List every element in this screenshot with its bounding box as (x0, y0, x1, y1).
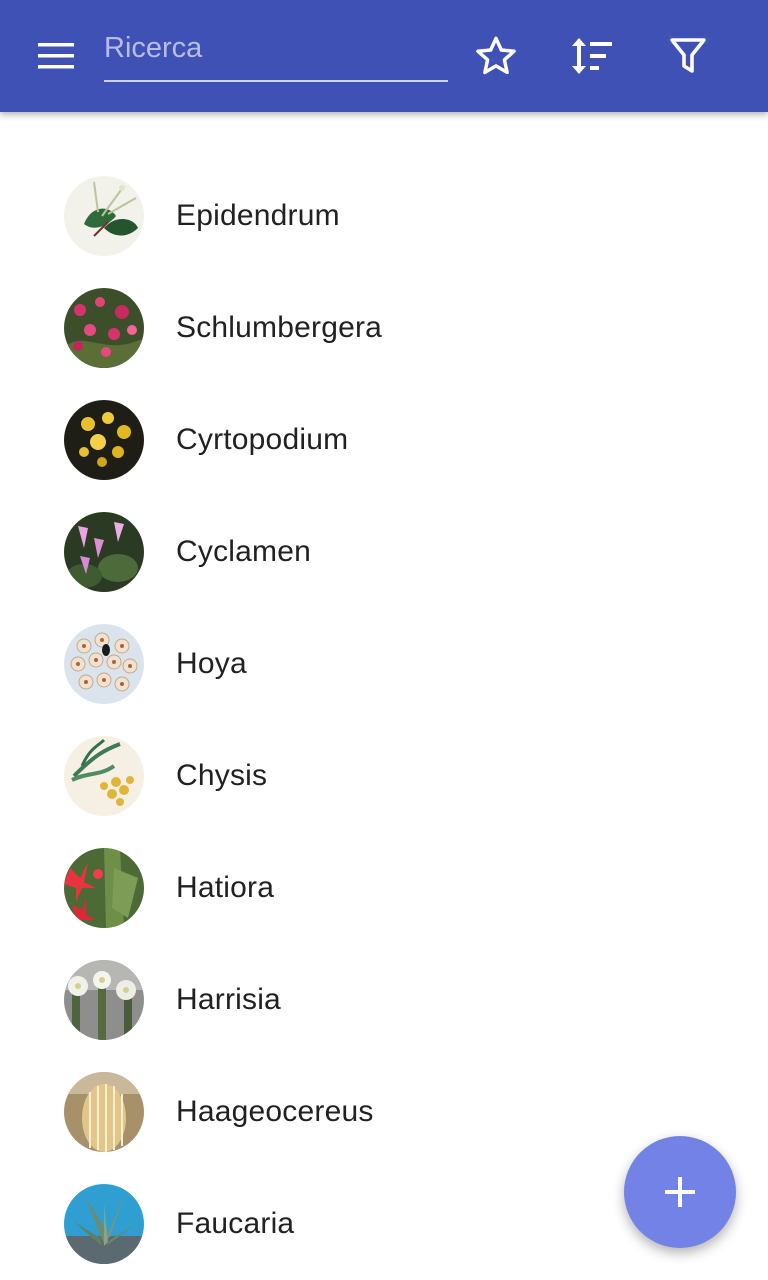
plant-name: Cyrtopodium (176, 423, 349, 456)
plant-thumbnail (64, 176, 144, 256)
add-plant-button[interactable] (624, 1136, 736, 1248)
menu-button[interactable] (22, 22, 90, 90)
sort-icon (572, 38, 612, 74)
favorites-button[interactable] (464, 24, 528, 88)
plant-thumbnail (64, 624, 144, 704)
search-field (104, 26, 448, 82)
plant-name: Hoya (176, 647, 247, 680)
plant-thumbnail (64, 1072, 144, 1152)
plant-name: Cyclamen (176, 535, 311, 568)
list-item[interactable]: Hatiora (0, 832, 768, 944)
plant-thumbnail (64, 736, 144, 816)
plant-name: Haageocereus (176, 1095, 374, 1128)
plant-name: Schlumbergera (176, 311, 383, 344)
plant-list: Epidendrum Schlumbergera Cyrtopodium Cyc… (0, 160, 768, 1280)
list-item[interactable]: Harrisia (0, 944, 768, 1056)
plant-name: Harrisia (176, 983, 281, 1016)
list-item[interactable]: Schlumbergera (0, 272, 768, 384)
plant-name: Chysis (176, 759, 268, 792)
plant-thumbnail (64, 1184, 144, 1264)
plant-name: Hatiora (176, 871, 275, 904)
plant-thumbnail (64, 288, 144, 368)
list-item[interactable]: Epidendrum (0, 160, 768, 272)
plant-thumbnail (64, 400, 144, 480)
list-item[interactable]: Chysis (0, 720, 768, 832)
star-outline-icon (476, 36, 516, 75)
plant-name: Faucaria (176, 1207, 295, 1240)
filter-icon (670, 38, 706, 73)
plus-icon (665, 1177, 695, 1207)
search-input[interactable] (104, 26, 448, 80)
list-item[interactable]: Cyclamen (0, 496, 768, 608)
plant-name: Epidendrum (176, 199, 340, 232)
plant-thumbnail (64, 512, 144, 592)
list-item[interactable]: Cyrtopodium (0, 384, 768, 496)
app-bar (0, 0, 768, 112)
plant-thumbnail (64, 960, 144, 1040)
menu-icon (38, 43, 74, 69)
sort-button[interactable] (560, 24, 624, 88)
list-item[interactable]: Hoya (0, 608, 768, 720)
filter-button[interactable] (656, 24, 720, 88)
plant-thumbnail (64, 848, 144, 928)
